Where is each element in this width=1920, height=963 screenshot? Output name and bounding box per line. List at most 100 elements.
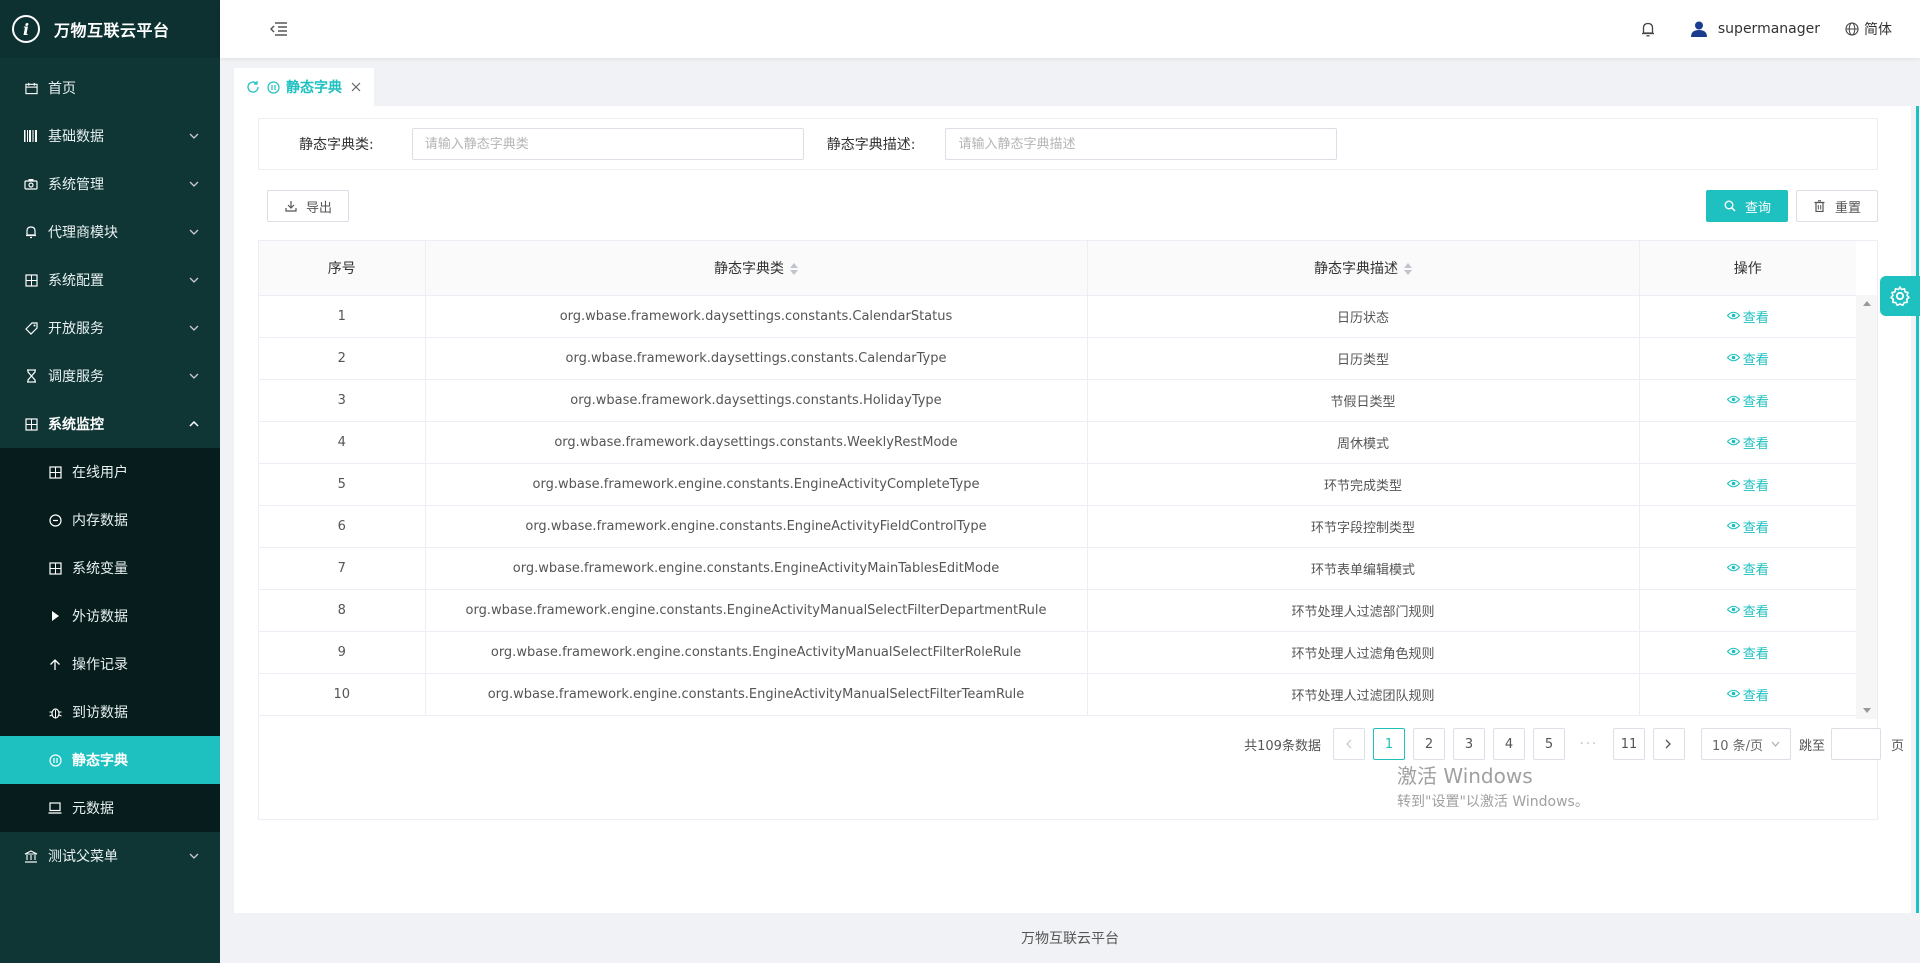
cell-desc: 日历状态	[1087, 295, 1640, 338]
chevron-down-icon	[188, 322, 200, 334]
scroll-up-icon[interactable]	[1863, 301, 1871, 306]
watermark-line2: 转到"设置"以激活 Windows。	[1397, 794, 1589, 810]
vertical-scrollbar[interactable]	[1856, 295, 1877, 719]
query-button[interactable]: 查询	[1706, 190, 1788, 222]
page-ellipsis[interactable]: ···	[1572, 728, 1605, 760]
cell-action: 查看	[1639, 337, 1856, 380]
sidebar-item-basic-data[interactable]: 基础数据	[0, 112, 220, 160]
table-row: 9 org.wbase.framework.engine.constants.En…	[259, 631, 1856, 674]
eye-icon	[1726, 647, 1741, 657]
language-switch[interactable]: 简体	[1844, 19, 1892, 39]
grid-icon	[48, 465, 62, 479]
sidebar-item-scheduling[interactable]: 调度服务	[0, 352, 220, 400]
table-row: 7 org.wbase.framework.engine.constants.En…	[259, 547, 1856, 590]
view-link[interactable]: 查看	[1726, 685, 1769, 704]
sidebar-item-system-variables[interactable]: 系统变量	[0, 544, 220, 592]
sidebar-item-static-dictionary[interactable]: 静态字典	[0, 736, 220, 784]
cell-class: org.wbase.framework.daysettings.constant…	[425, 337, 1088, 380]
sidebar-item-agent-module[interactable]: 代理商模块	[0, 208, 220, 256]
sidebar-item-home[interactable]: 首页	[0, 64, 220, 112]
view-label: 查看	[1742, 646, 1769, 662]
sidebar-item-label: 基础数据	[48, 129, 104, 145]
watermark-line1: 激活 Windows	[1397, 764, 1533, 788]
search-icon	[1723, 199, 1737, 213]
logo[interactable]: i 万物互联云平台	[0, 0, 220, 58]
sidebar-item-label: 开放服务	[48, 321, 104, 337]
sidebar-item-label: 静态字典	[72, 753, 128, 769]
cell-no: 10	[259, 673, 426, 716]
reset-label: 重置	[1834, 200, 1861, 216]
sidebar-item-visit-data[interactable]: 到访数据	[0, 688, 220, 736]
page-button[interactable]: 11	[1612, 728, 1645, 760]
grid-icon	[48, 561, 62, 575]
view-link[interactable]: 查看	[1726, 643, 1769, 662]
cell-no: 3	[259, 379, 426, 422]
scroll-down-icon[interactable]	[1863, 708, 1871, 713]
view-link[interactable]: 查看	[1726, 601, 1769, 620]
view-link[interactable]: 查看	[1726, 559, 1769, 578]
calendar-icon	[24, 81, 38, 95]
cell-class: org.wbase.framework.engine.constants.Eng…	[425, 673, 1088, 716]
view-link[interactable]: 查看	[1726, 475, 1769, 494]
sidebar-item-system-monitor[interactable]: 系统监控	[0, 400, 220, 448]
eye-icon	[1726, 479, 1741, 489]
bell-icon	[24, 225, 38, 239]
desc-input[interactable]	[945, 128, 1338, 160]
sidebar-item-memory-data[interactable]: 内存数据	[0, 496, 220, 544]
cell-action: 查看	[1639, 589, 1856, 632]
page-button[interactable]: 5	[1532, 728, 1565, 760]
language-label: 简体	[1864, 22, 1892, 38]
class-input[interactable]	[411, 128, 804, 160]
export-button[interactable]: 导出	[267, 190, 349, 222]
circle-icon	[266, 80, 280, 94]
refresh-icon[interactable]	[246, 80, 260, 94]
sidebar-item-metadata[interactable]: 元数据	[0, 784, 220, 832]
view-link[interactable]: 查看	[1726, 517, 1769, 536]
sort-icon[interactable]	[790, 262, 798, 275]
cell-action: 查看	[1639, 547, 1856, 590]
user-menu[interactable]: supermanager	[1690, 20, 1820, 38]
sidebar-item-operation-log[interactable]: 操作记录	[0, 640, 220, 688]
sidebar-item-test-parent-menu[interactable]: 测试父菜单	[0, 832, 220, 880]
close-icon[interactable]	[350, 81, 362, 93]
sort-icon[interactable]	[1404, 262, 1412, 275]
view-label: 查看	[1742, 520, 1769, 536]
page-button[interactable]: 2	[1412, 728, 1445, 760]
sidebar-item-open-service[interactable]: 开放服务	[0, 304, 220, 352]
tab-static-dictionary[interactable]: 静态字典	[234, 68, 374, 106]
sidebar-item-system-management[interactable]: 系统管理	[0, 160, 220, 208]
sidebar-item-outbound-data[interactable]: 外访数据	[0, 592, 220, 640]
cell-class: org.wbase.framework.daysettings.constant…	[425, 379, 1088, 422]
next-page-button[interactable]	[1652, 728, 1685, 760]
top-header: supermanager 简体	[220, 0, 1920, 58]
page-button[interactable]: 1	[1372, 728, 1405, 760]
col-header-class[interactable]: 静态字典类	[425, 241, 1088, 296]
col-header-desc[interactable]: 静态字典描述	[1087, 241, 1640, 296]
eye-icon	[1726, 311, 1741, 321]
eye-icon	[1726, 689, 1741, 699]
reset-button[interactable]: 重置	[1796, 190, 1878, 222]
sidebar: i 万物互联云平台 首页 基础数据 系统管理 代理商模块 系统配置 开放服务 调…	[0, 0, 220, 963]
cell-action: 查看	[1639, 379, 1856, 422]
page-button[interactable]: 3	[1452, 728, 1485, 760]
jump-page-input[interactable]	[1830, 728, 1881, 760]
sidebar-item-system-config[interactable]: 系统配置	[0, 256, 220, 304]
table-row: 1 org.wbase.framework.daysettings.constan…	[259, 295, 1856, 338]
prev-page-button[interactable]	[1332, 728, 1365, 760]
cell-action: 查看	[1639, 463, 1856, 506]
bell-icon[interactable]	[1638, 19, 1658, 39]
view-link[interactable]: 查看	[1726, 307, 1769, 326]
settings-gear-icon[interactable]	[1880, 276, 1920, 316]
total-count: 共109条数据	[1244, 738, 1321, 754]
menu-fold-icon[interactable]	[268, 18, 290, 40]
view-link[interactable]: 查看	[1726, 433, 1769, 452]
tab-label: 静态字典	[286, 80, 342, 96]
view-link[interactable]: 查看	[1726, 349, 1769, 368]
page-size-select[interactable]: 10 条/页	[1700, 728, 1791, 760]
page-button[interactable]: 4	[1492, 728, 1525, 760]
view-link[interactable]: 查看	[1726, 391, 1769, 410]
sidebar-item-online-users[interactable]: 在线用户	[0, 448, 220, 496]
barcode-icon	[24, 129, 38, 143]
col-header-action: 操作	[1639, 241, 1856, 296]
footer-text: 万物互联云平台	[1021, 931, 1119, 947]
